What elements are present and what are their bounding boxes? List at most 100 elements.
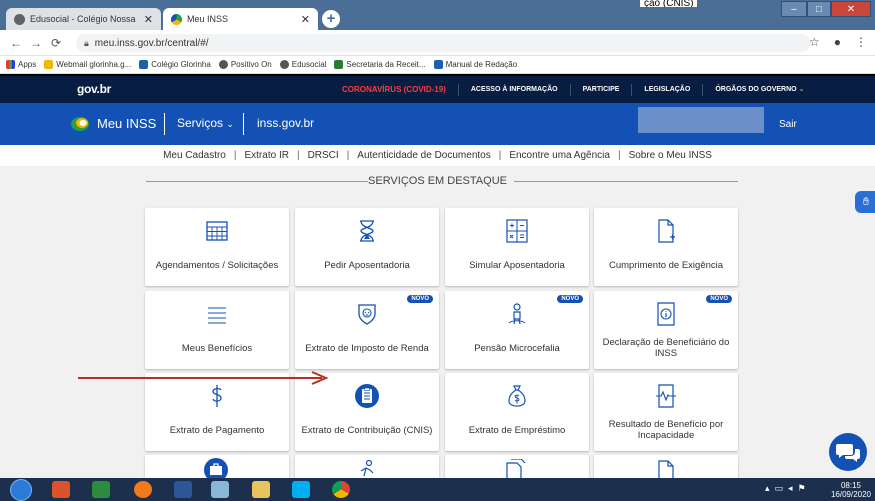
close-icon[interactable]: ✕ xyxy=(144,13,153,26)
card-simular-aposentadoria[interactable]: Simular Aposentadoria xyxy=(445,208,589,286)
card-pensao-microcefalia[interactable]: NOVO Pensão Microcefalia xyxy=(445,291,589,369)
bookmark-apps[interactable]: Apps xyxy=(6,60,36,69)
receita-icon xyxy=(334,60,344,69)
bookmark-edusocial[interactable]: Edusocial xyxy=(279,60,326,69)
card-pedir-aposentadoria[interactable]: Pedir Aposentadoria xyxy=(295,208,439,286)
sub-navigation: Meu Cadastro | Extrato IR | DRSCI | Autenti… xyxy=(0,145,875,167)
card-declaracao-beneficiario[interactable]: NOVO Declaração de Beneficiário do INSS xyxy=(594,291,738,369)
card-resultado-beneficio-incapacidade[interactable]: Resultado de Benefício por Incapacidade xyxy=(594,373,738,451)
tab-title: Meu INSS xyxy=(187,14,229,24)
chrome-icon[interactable] xyxy=(332,481,350,498)
lock-icon: 🔒︎ xyxy=(84,37,89,48)
bookmark-receita[interactable]: Secretaria da Receit... xyxy=(334,60,426,69)
card-partial-4[interactable] xyxy=(594,455,738,484)
system-tray-icons[interactable]: ▴▭◂⚑ xyxy=(765,483,811,494)
main-content: SERVIÇOS EM DESTAQUE Agendamentos / Soli… xyxy=(0,167,875,484)
card-cumprimento-exigencia[interactable]: Cumprimento de Exigência xyxy=(594,208,738,286)
card-extrato-emprestimo[interactable]: Extrato de Empréstimo xyxy=(445,373,589,451)
inss-header: Meu INSS Serviços ⌄ inss.gov.br Sair xyxy=(0,103,875,145)
bookmarks-bar: Apps Webmail glorinha.g... Colégio Glori… xyxy=(0,56,875,74)
inss-favicon-icon xyxy=(171,13,182,25)
menu-dots-icon[interactable]: ⋮ xyxy=(855,35,867,49)
apps-grid-icon xyxy=(6,60,15,69)
divider xyxy=(243,113,244,135)
servicos-menu[interactable]: Serviços ⌄ xyxy=(177,116,234,130)
subnav-encontre-agencia[interactable]: Encontre uma Agência xyxy=(509,150,610,161)
inss-site-link[interactable]: inss.gov.br xyxy=(257,116,314,130)
star-icon[interactable]: ☆ xyxy=(809,35,820,49)
card-partial-3[interactable] xyxy=(445,455,589,484)
close-window-button[interactable]: ✕ xyxy=(831,1,871,17)
card-meus-beneficios[interactable]: Meus Benefícios xyxy=(145,291,289,369)
maximize-button[interactable]: □ xyxy=(807,1,831,17)
calendar-icon xyxy=(206,221,228,241)
manual-icon xyxy=(433,60,443,69)
reload-icon[interactable]: ⟳ xyxy=(46,36,66,50)
heartbeat-doc-icon xyxy=(656,384,676,408)
info-document-icon xyxy=(657,302,675,326)
gov-link-covid[interactable]: CORONAVÍRUS (COVID-19) xyxy=(330,84,458,96)
card-partial-1[interactable] xyxy=(145,455,289,482)
address-bar-actions: ☆ ● ⋮ xyxy=(809,35,867,49)
minimize-button[interactable]: – xyxy=(781,1,807,17)
tab-meu-inss[interactable]: Meu INSS ✕ xyxy=(163,8,318,30)
webmail-icon xyxy=(44,60,54,69)
inss-title[interactable]: Meu INSS xyxy=(97,116,156,131)
list-icon xyxy=(208,307,226,324)
chrome-globe-icon xyxy=(14,13,25,25)
card-extrato-ir[interactable]: NOVO Extrato de Imposto de Renda xyxy=(295,291,439,369)
logout-link[interactable]: Sair xyxy=(779,119,797,130)
divider xyxy=(164,113,165,135)
firefox-icon[interactable] xyxy=(134,481,152,498)
word-icon[interactable] xyxy=(174,481,192,498)
skype-icon[interactable] xyxy=(292,481,310,498)
gov-link-acesso[interactable]: ACESSO À INFORMAÇÃO xyxy=(457,83,570,96)
paint-brush-icon[interactable] xyxy=(211,481,229,498)
profile-icon[interactable]: ● xyxy=(834,35,841,49)
accessibility-hand-icon[interactable]: ✋︎ xyxy=(855,191,875,213)
card-agendamentos[interactable]: Agendamentos / Solicitações xyxy=(145,208,289,286)
inss-logo-icon xyxy=(71,117,89,131)
chevron-down-icon: ⌄ xyxy=(798,85,805,93)
gov-link-orgaos[interactable]: ÓRGÃOS DO GOVERNO ⌄ xyxy=(702,83,816,96)
subnav-autenticidade[interactable]: Autenticidade de Documentos xyxy=(357,150,490,161)
file-explorer-icon[interactable] xyxy=(252,481,270,498)
forward-arrow-icon[interactable]: → xyxy=(26,36,46,50)
bookmark-webmail[interactable]: Webmail glorinha.g... xyxy=(44,60,131,69)
overlay-text: ção (CNIS) xyxy=(640,0,698,7)
tab-edusocial[interactable]: Edusocial - Colégio Nossa Senhora ✕ xyxy=(6,8,161,30)
dollar-icon xyxy=(212,385,222,407)
close-icon[interactable]: ✕ xyxy=(301,13,310,26)
user-name-redacted xyxy=(638,107,764,133)
clock[interactable]: 08:15 16/09/2020 xyxy=(831,481,871,499)
back-arrow-icon[interactable]: ← xyxy=(6,36,26,50)
tab-title: Edusocial - Colégio Nossa Senhora xyxy=(30,14,138,24)
url-text: meu.inss.gov.br/central/#/ xyxy=(94,37,209,49)
lion-shield-icon xyxy=(358,304,376,325)
subnav-extrato-ir[interactable]: Extrato IR xyxy=(244,150,288,161)
powerpoint-icon[interactable] xyxy=(52,481,70,498)
chat-button[interactable] xyxy=(829,433,867,471)
card-partial-2[interactable] xyxy=(295,455,439,478)
divider-line xyxy=(514,181,738,182)
paint-icon[interactable] xyxy=(92,481,110,498)
new-badge: NOVO xyxy=(706,295,732,303)
subnav-sobre[interactable]: Sobre o Meu INSS xyxy=(629,150,712,161)
govbr-logo[interactable]: gov.br xyxy=(77,82,111,96)
subnav-drsci[interactable]: DRSCI xyxy=(308,150,339,161)
bookmark-positivo[interactable]: Positivo On xyxy=(218,60,272,69)
new-badge: NOVO xyxy=(407,295,433,303)
bookmark-colegio[interactable]: Colégio Glorinha xyxy=(139,60,211,69)
gov-link-legislacao[interactable]: LEGISLAÇÃO xyxy=(631,83,702,96)
gov-link-participe[interactable]: PARTICIPE xyxy=(569,83,632,96)
start-button[interactable] xyxy=(10,479,32,501)
globe-icon xyxy=(279,60,289,69)
url-input[interactable]: 🔒︎ meu.inss.gov.br/central/#/ xyxy=(76,34,811,52)
window-controls: – □ ✕ xyxy=(781,1,871,17)
document-add-icon xyxy=(658,219,675,243)
new-tab-button[interactable]: + xyxy=(322,10,340,28)
subnav-meu-cadastro[interactable]: Meu Cadastro xyxy=(163,150,226,161)
gov-bar: gov.br CORONAVÍRUS (COVID-19) ACESSO À I… xyxy=(0,76,875,103)
money-bag-icon xyxy=(508,385,526,407)
bookmark-redacao[interactable]: Manual de Redação xyxy=(433,60,517,69)
